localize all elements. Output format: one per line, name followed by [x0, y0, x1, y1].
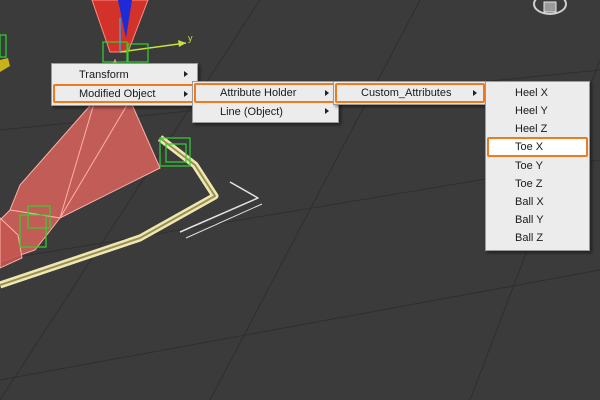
axis-y-label: y — [188, 33, 193, 43]
quad-menu-level3: Custom_Attributes — [333, 81, 487, 105]
menu-item-attribute-holder[interactable]: Attribute Holder — [194, 83, 337, 103]
menu-item-label: Heel Z — [515, 122, 548, 135]
menu-item-label: Toe X — [515, 141, 544, 153]
view-cube-icon[interactable] — [520, 0, 580, 22]
menu-item-ball-y[interactable]: Ball Y — [489, 211, 586, 228]
quad-menu-level2: Attribute Holder Line (Object) — [192, 81, 339, 123]
menu-item-line-object[interactable]: Line (Object) — [196, 103, 335, 120]
menu-item-modified-object[interactable]: Modified Object — [53, 84, 196, 103]
menu-item-label: Attribute Holder — [220, 87, 297, 99]
menu-item-label: Modified Object — [79, 87, 156, 100]
menu-item-heel-x[interactable]: Heel X — [489, 84, 586, 101]
menu-item-toe-x[interactable]: Toe X — [487, 137, 588, 157]
menu-item-label: Ball Y — [515, 213, 544, 226]
menu-item-label: Ball X — [515, 195, 544, 208]
menu-item-ball-z[interactable]: Ball Z — [489, 229, 586, 246]
quad-menu-level4: Heel X Heel Y Heel Z Toe X Toe Y Toe Z B… — [485, 81, 590, 251]
menu-item-label: Toe Y — [515, 159, 543, 172]
menu-item-custom-attributes[interactable]: Custom_Attributes — [335, 83, 485, 103]
menu-item-label: Line (Object) — [220, 105, 283, 118]
submenu-arrow-icon — [184, 71, 188, 77]
menu-item-heel-y[interactable]: Heel Y — [489, 102, 586, 119]
menu-item-heel-z[interactable]: Heel Z — [489, 120, 586, 137]
menu-item-label: Heel Y — [515, 104, 548, 117]
submenu-arrow-icon — [325, 108, 329, 114]
submenu-arrow-icon — [325, 90, 329, 96]
menu-item-label: Heel X — [515, 86, 549, 99]
menu-item-transform[interactable]: Transform — [55, 66, 194, 83]
menu-item-label: Ball Z — [515, 231, 544, 244]
menu-item-toe-y[interactable]: Toe Y — [489, 157, 586, 174]
helper-object[interactable] — [0, 58, 10, 72]
menu-item-label: Custom_Attributes — [361, 87, 452, 99]
menu-item-label: Transform — [79, 68, 129, 81]
menu-item-ball-x[interactable]: Ball X — [489, 193, 586, 210]
quad-menu-level1: Transform Modified Object — [51, 63, 198, 106]
menu-item-toe-z[interactable]: Toe Z — [489, 175, 586, 192]
menu-item-label: Toe Z — [515, 177, 543, 190]
submenu-arrow-icon — [184, 91, 188, 97]
submenu-arrow-icon — [473, 90, 477, 96]
